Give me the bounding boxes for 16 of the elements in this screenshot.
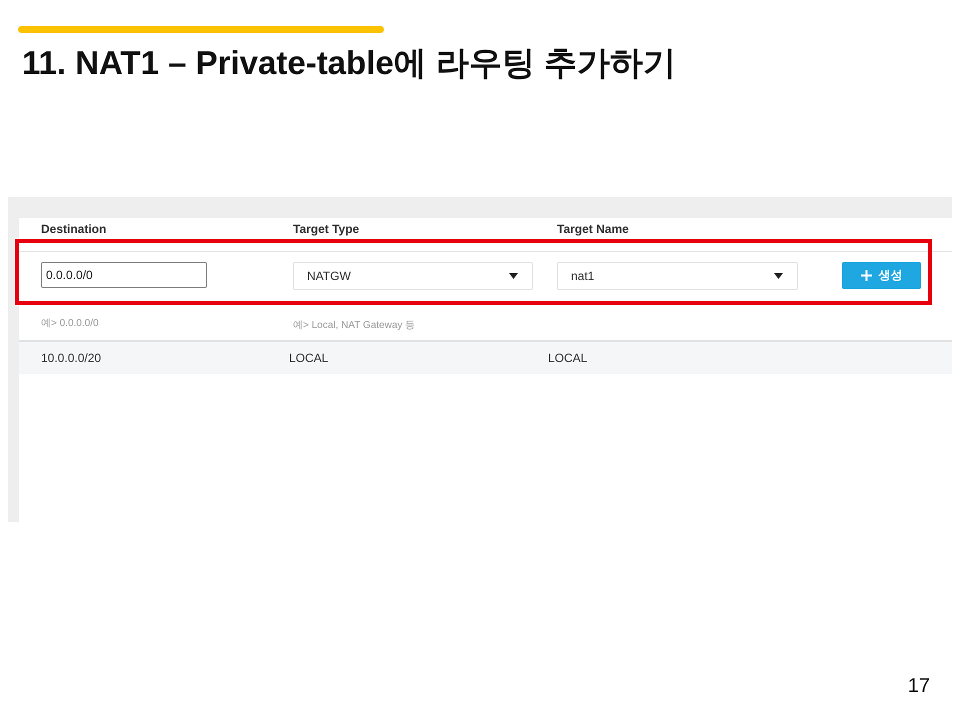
table-cell: LOCAL	[548, 351, 588, 365]
caret-icon	[509, 273, 518, 279]
table-cell: LOCAL	[289, 351, 328, 365]
column-header: Destination	[41, 222, 106, 236]
column-header: Target Name	[557, 222, 629, 236]
table-cell: 10.0.0.0/20	[41, 351, 102, 365]
column-header: Target Type	[293, 222, 360, 236]
destination-input[interactable]: 0.0.0.0/0	[41, 262, 207, 288]
page-number: 17	[908, 675, 930, 698]
plus-icon	[860, 270, 872, 281]
hint-text: 예> Local, NAT Gateway 등	[293, 319, 416, 332]
target-type-select[interactable]: NATGW	[293, 262, 533, 290]
target-name-select[interactable]: nat1	[557, 262, 798, 290]
caret-icon	[774, 273, 783, 279]
slide-title: 11. NAT1 – Private-table에 라우팅 추가하기	[22, 43, 676, 83]
hint-text: 예> 0.0.0.0/0	[41, 317, 99, 330]
